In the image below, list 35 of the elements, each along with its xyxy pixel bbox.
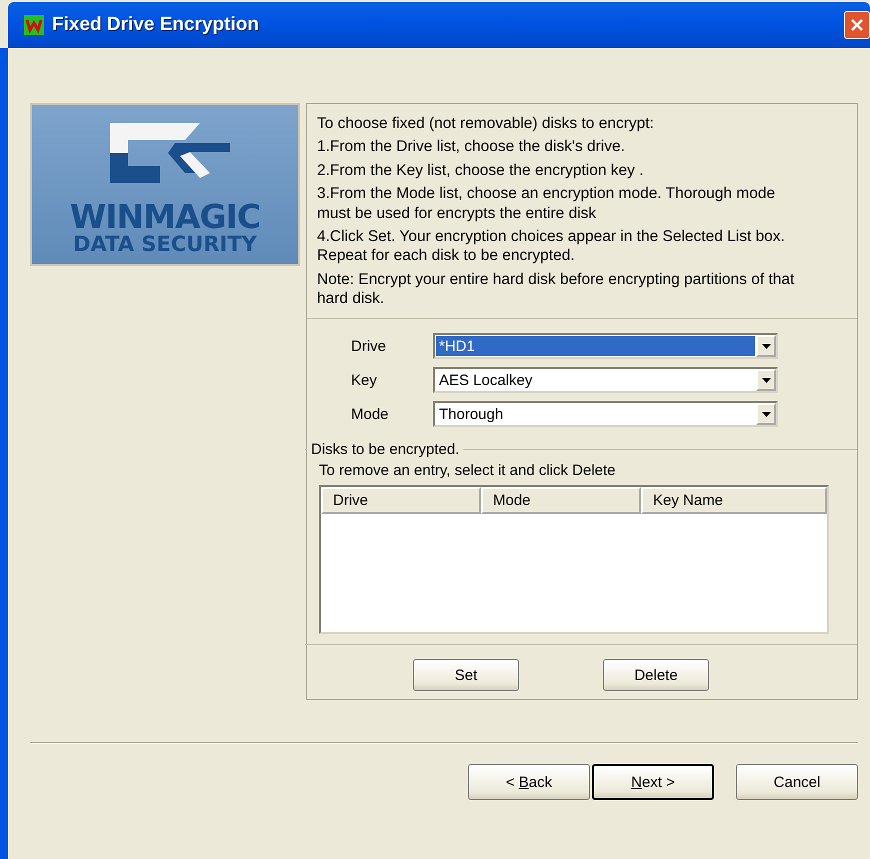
instruction-step: 3.From the Mode list, choose an encryption mode. Thorough mode must be used for encrypts the entire disk — [317, 184, 807, 223]
cancel-button[interactable]: Cancel — [736, 764, 858, 800]
column-header[interactable]: Mode — [481, 487, 641, 514]
column-header[interactable]: Drive — [321, 487, 481, 514]
instructions-intro: To choose fixed (not removable) disks to encrypt: — [317, 114, 655, 134]
close-button[interactable] — [844, 11, 870, 39]
dropdown[interactable]: Thorough — [433, 401, 778, 428]
column-header[interactable]: Key Name — [641, 487, 827, 514]
field-label: Key — [351, 372, 378, 389]
instruction-step: 2.From the Key list, choose the encryption key . — [317, 160, 807, 180]
window-title: Fixed Drive Encryption — [52, 14, 260, 36]
dropdown[interactable]: AES Localkey — [433, 367, 778, 394]
group-title: Disks to be encrypted. — [310, 441, 460, 458]
caret-icon — [762, 412, 770, 417]
instruction-step: 4.Click Set. Your encryption choices appear in the Selected List box. Repeat for each disk to be encrypted. — [317, 226, 807, 266]
dropdown-button[interactable] — [756, 403, 776, 426]
logo-subtitle: DATA SECURITY — [73, 232, 257, 256]
field-label: Mode — [351, 406, 390, 423]
close-icon — [850, 18, 864, 32]
back-button[interactable]: < Back — [468, 764, 590, 800]
app-icon — [24, 15, 44, 35]
set-button[interactable]: Set — [413, 659, 519, 692]
logo-text: WINMAGIC — [70, 200, 260, 233]
caret-icon — [762, 344, 770, 349]
group-hint: To remove an entry, select it and click Delete — [319, 462, 617, 480]
dropdown[interactable]: *HD1 — [433, 333, 778, 360]
dropdown-button[interactable] — [756, 369, 776, 392]
disks-list[interactable]: Drive Mode Key Name — [319, 485, 829, 634]
next-button[interactable]: Next > — [592, 764, 714, 800]
instruction-step: 1.From the Drive list, choose the disk's drive. — [317, 137, 807, 157]
instructions-note: Note: Encrypt your entire hard disk before encrypting partitions of that hard disk. — [317, 270, 796, 308]
caret-icon — [762, 378, 770, 383]
dropdown-button[interactable] — [756, 335, 776, 358]
field-label: Drive — [351, 338, 388, 355]
delete-button[interactable]: Delete — [603, 659, 709, 692]
